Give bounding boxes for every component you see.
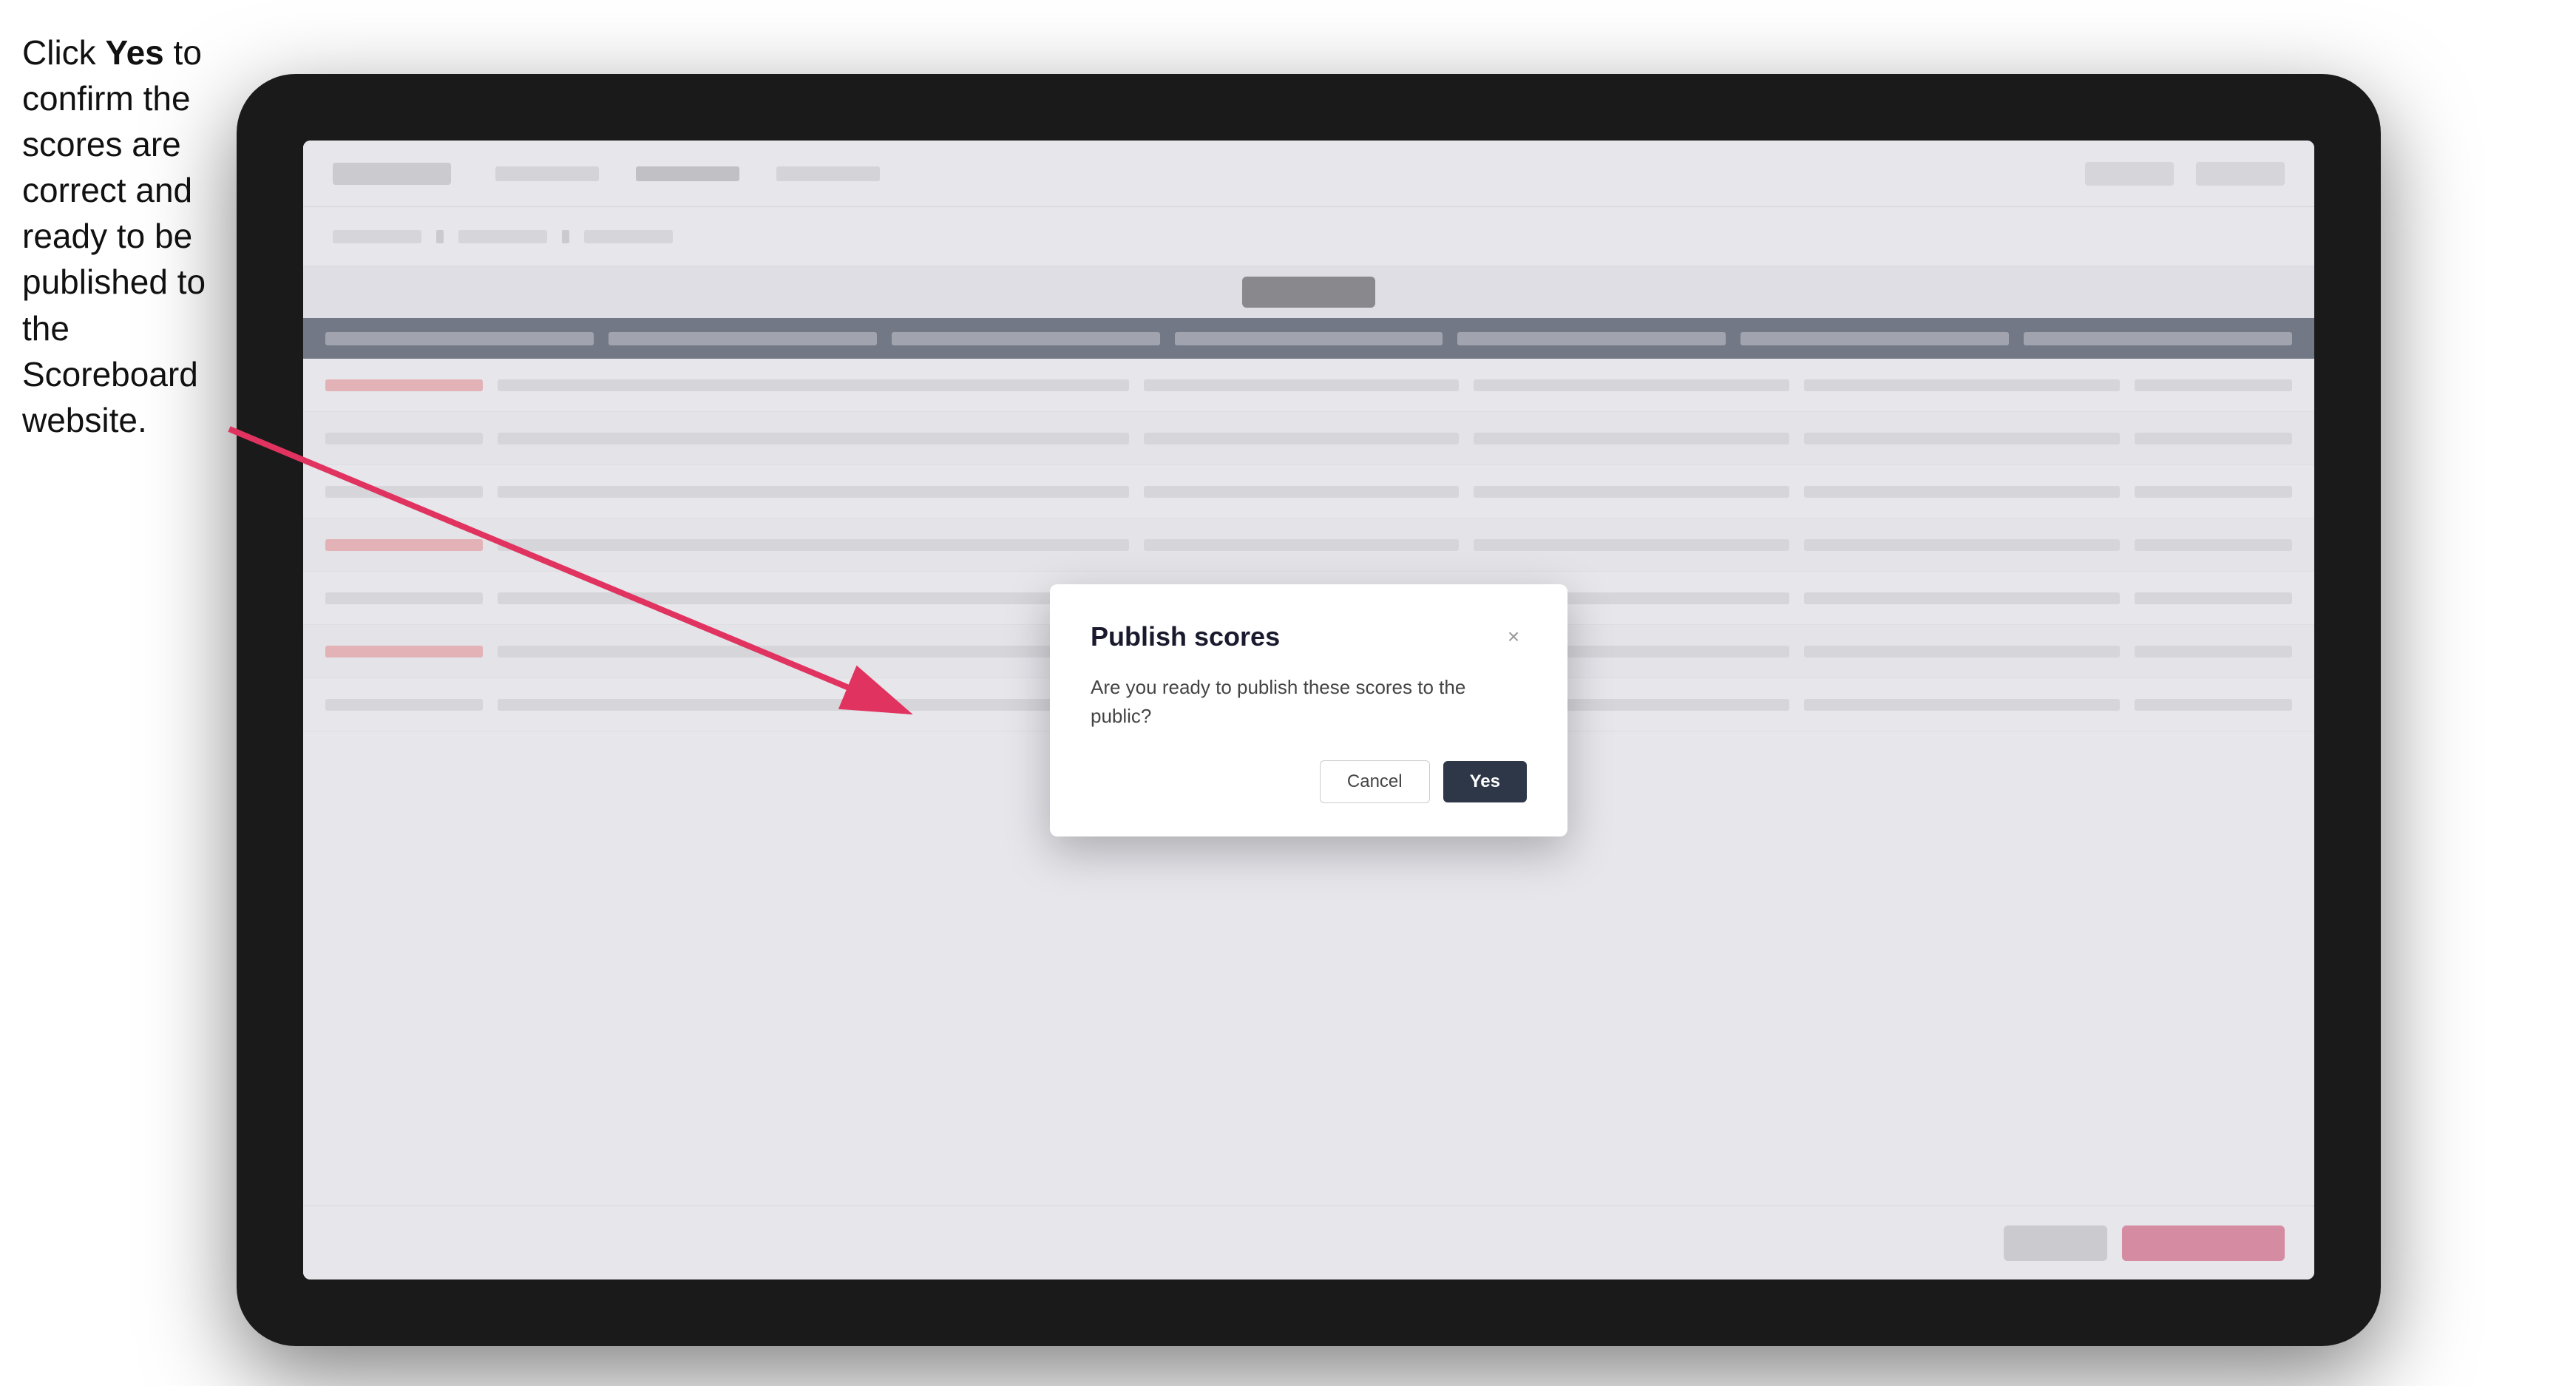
tablet-device: Publish scores × Are you ready to publis… (237, 74, 2381, 1346)
modal-title: Publish scores (1091, 621, 1280, 652)
cancel-button[interactable]: Cancel (1320, 760, 1430, 803)
modal-overlay: Publish scores × Are you ready to publis… (303, 141, 2314, 1279)
tablet-screen: Publish scores × Are you ready to publis… (303, 141, 2314, 1279)
instruction-text: Click Yes to confirm the scores are corr… (22, 30, 237, 443)
modal-header: Publish scores × (1091, 621, 1527, 652)
bold-yes: Yes (105, 33, 163, 72)
yes-button[interactable]: Yes (1443, 761, 1527, 802)
modal-body: Are you ready to publish these scores to… (1091, 673, 1527, 731)
modal-dialog: Publish scores × Are you ready to publis… (1050, 584, 1567, 836)
modal-footer: Cancel Yes (1091, 760, 1527, 803)
modal-close-button[interactable]: × (1500, 623, 1527, 650)
